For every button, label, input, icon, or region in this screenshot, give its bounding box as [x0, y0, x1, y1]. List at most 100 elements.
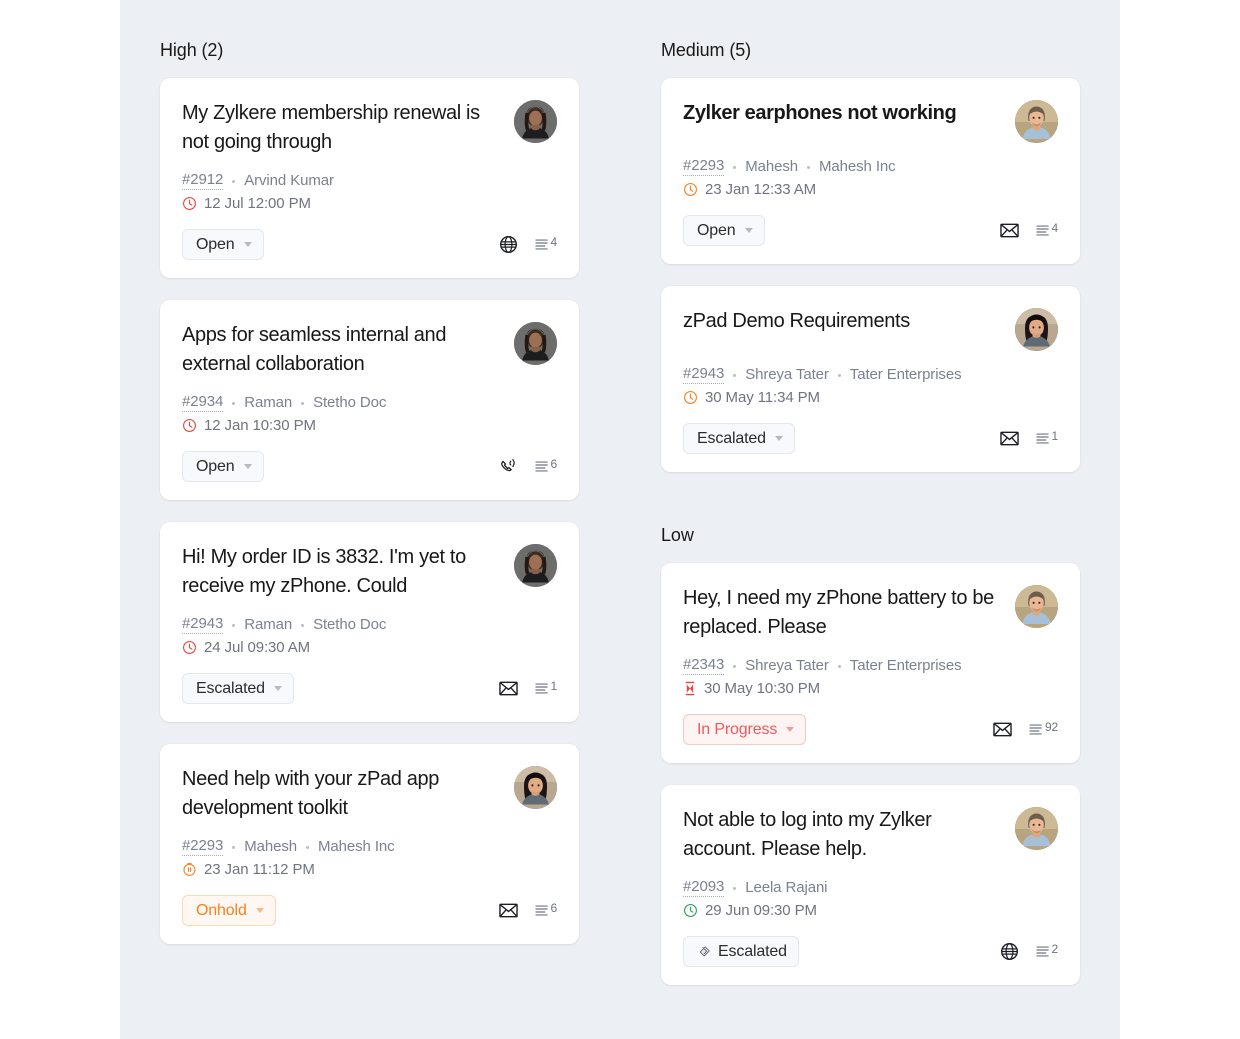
due-time: 12 Jan 10:30 PM [182, 417, 557, 434]
due-time-label: 30 May 11:34 PM [705, 389, 820, 406]
ticket-card[interactable]: Apps for seamless internal and external … [160, 300, 579, 500]
thread-count-button[interactable]: 92 [1029, 723, 1058, 736]
status-label: Onhold [196, 902, 247, 920]
ticket-card[interactable]: Need help with your zPad app development… [160, 744, 579, 944]
thread-lines-icon[interactable] [535, 904, 550, 917]
due-time: 24 Jul 09:30 AM [182, 639, 557, 656]
email-icon[interactable] [1000, 431, 1019, 446]
status-label: Open [697, 222, 736, 240]
thread-count-button[interactable]: 1 [535, 682, 557, 695]
thread-count-button[interactable]: 4 [1036, 224, 1058, 237]
ticket-title[interactable]: My Zylkere membership renewal is not goi… [182, 98, 504, 157]
meta-separator-dot [733, 166, 736, 169]
ticket-id[interactable]: #2293 [683, 157, 724, 176]
channel-email-icon[interactable] [1000, 431, 1019, 446]
status-label: Escalated [697, 430, 766, 448]
status-dropdown[interactable]: Escalated [683, 936, 799, 967]
ticket-card[interactable]: zPad Demo Requirements#2943Shreya TaterT… [661, 286, 1080, 472]
ticket-title[interactable]: Hey, I need my zPhone battery to be repl… [683, 583, 1005, 642]
ticket-card[interactable]: Hi! My order ID is 3832. I'm yet to rece… [160, 522, 579, 722]
email-icon[interactable] [993, 722, 1012, 737]
chevron-down-icon [786, 727, 794, 732]
ticket-id[interactable]: #2943 [182, 615, 223, 634]
ticket-id[interactable]: #2343 [683, 656, 724, 675]
channel-email-icon[interactable] [993, 722, 1012, 737]
avatar [514, 100, 557, 143]
ticket-card[interactable]: Zylker earphones not working#2293MaheshM… [661, 78, 1080, 264]
thread-lines-icon[interactable] [1036, 432, 1051, 445]
ticket-title[interactable]: zPad Demo Requirements [683, 306, 1005, 336]
status-dropdown[interactable]: Onhold [182, 895, 276, 926]
phone-icon[interactable] [499, 457, 518, 476]
thread-count-button[interactable]: 6 [535, 904, 557, 917]
ticket-title[interactable]: Hi! My order ID is 3832. I'm yet to rece… [182, 542, 504, 601]
card-actions: 4 [1000, 223, 1058, 238]
due-time-label: 29 Jun 09:30 PM [705, 902, 817, 919]
channel-globe-icon[interactable] [1000, 942, 1019, 961]
meta-separator-dot [232, 846, 235, 849]
status-dropdown[interactable]: Escalated [683, 423, 795, 454]
channel-phone-icon[interactable] [499, 457, 518, 476]
ticket-id[interactable]: #2934 [182, 393, 223, 412]
card-actions: 1 [499, 681, 557, 696]
status-dropdown[interactable]: In Progress [683, 714, 806, 745]
card-actions: 92 [993, 722, 1058, 737]
account-name: Mahesh Inc [318, 838, 395, 855]
status-dropdown[interactable]: Escalated [182, 673, 294, 704]
status-label: Open [196, 458, 235, 476]
thread-lines-icon[interactable] [535, 238, 550, 251]
card-footer: Escalated 2 [683, 936, 1058, 967]
thread-count: 1 [551, 681, 557, 691]
clock-icon [683, 903, 698, 918]
chevron-down-icon [244, 464, 252, 469]
status-dropdown[interactable]: Open [182, 451, 264, 482]
thread-lines-icon[interactable] [1036, 945, 1051, 958]
globe-icon[interactable] [1000, 942, 1019, 961]
status-label: Open [196, 236, 235, 254]
email-icon[interactable] [499, 681, 518, 696]
email-icon[interactable] [499, 903, 518, 918]
ticket-title[interactable]: Zylker earphones not working [683, 98, 1005, 128]
avatar [514, 766, 557, 809]
thread-lines-icon[interactable] [1029, 723, 1044, 736]
email-icon[interactable] [1000, 223, 1019, 238]
channel-email-icon[interactable] [1000, 223, 1019, 238]
channel-email-icon[interactable] [499, 681, 518, 696]
thread-count: 6 [551, 903, 557, 913]
channel-email-icon[interactable] [499, 903, 518, 918]
ticket-id[interactable]: #2093 [683, 878, 724, 897]
due-time: 23 Jan 11:12 PM [182, 861, 557, 878]
ticket-card[interactable]: Hey, I need my zPhone battery to be repl… [661, 563, 1080, 763]
meta-separator-dot [733, 887, 736, 890]
ticket-title[interactable]: Apps for seamless internal and external … [182, 320, 504, 379]
thread-count-button[interactable]: 4 [535, 238, 557, 251]
avatar [1015, 585, 1058, 628]
meta-separator-dot [838, 374, 841, 377]
ticket-card[interactable]: My Zylkere membership renewal is not goi… [160, 78, 579, 278]
status-dropdown[interactable]: Open [683, 215, 765, 246]
thread-count-button[interactable]: 1 [1036, 432, 1058, 445]
meta-separator-dot [301, 624, 304, 627]
account-name: Tater Enterprises [850, 366, 962, 383]
ticket-card[interactable]: Not able to log into my Zylker account. … [661, 785, 1080, 985]
thread-count-button[interactable]: 2 [1036, 945, 1058, 958]
tag-icon [697, 945, 711, 959]
ticket-title[interactable]: Not able to log into my Zylker account. … [683, 805, 1005, 864]
ticket-meta: #2934RamanStetho Doc [182, 393, 557, 412]
meta-separator-dot [838, 665, 841, 668]
ticket-id[interactable]: #2293 [182, 837, 223, 856]
chevron-down-icon [745, 228, 753, 233]
thread-lines-icon[interactable] [535, 682, 550, 695]
thread-count-button[interactable]: 6 [535, 460, 557, 473]
channel-globe-icon[interactable] [499, 235, 518, 254]
ticket-title[interactable]: Need help with your zPad app development… [182, 764, 504, 823]
avatar [514, 544, 557, 587]
status-dropdown[interactable]: Open [182, 229, 264, 260]
thread-lines-icon[interactable] [535, 460, 550, 473]
ticket-id[interactable]: #2912 [182, 171, 223, 190]
card-footer: Escalated 1 [182, 673, 557, 704]
thread-lines-icon[interactable] [1036, 224, 1051, 237]
contact-name: Raman [244, 394, 292, 411]
globe-icon[interactable] [499, 235, 518, 254]
ticket-id[interactable]: #2943 [683, 365, 724, 384]
